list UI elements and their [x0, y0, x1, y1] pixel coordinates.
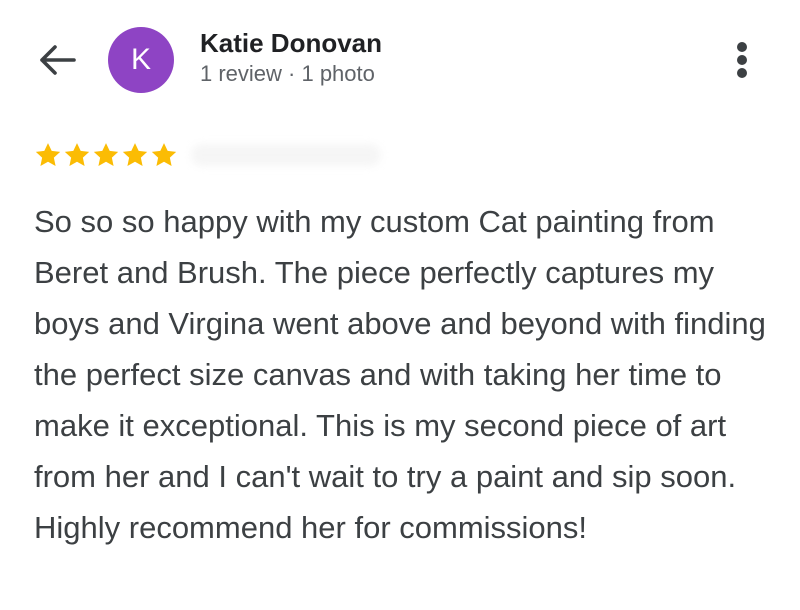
star-icon	[122, 143, 148, 166]
review-date-redacted	[191, 144, 381, 166]
more-options-button[interactable]	[724, 38, 760, 82]
review-text: So so so happy with my custom Cat painti…	[34, 204, 766, 545]
star-icon	[151, 143, 177, 166]
reviewer-meta: 1 review · 1 photo	[200, 61, 375, 86]
back-button[interactable]	[34, 40, 80, 80]
avatar-initial: K	[130, 43, 151, 76]
arrow-left-icon	[40, 45, 76, 75]
review-header: K Katie Donovan 1 review · 1 photo	[0, 0, 800, 120]
star-icon	[93, 143, 119, 166]
avatar[interactable]: K	[108, 27, 174, 93]
reviewer-name[interactable]: Katie Donovan	[200, 28, 382, 59]
star-icon	[64, 143, 90, 166]
star-icon	[35, 143, 61, 166]
